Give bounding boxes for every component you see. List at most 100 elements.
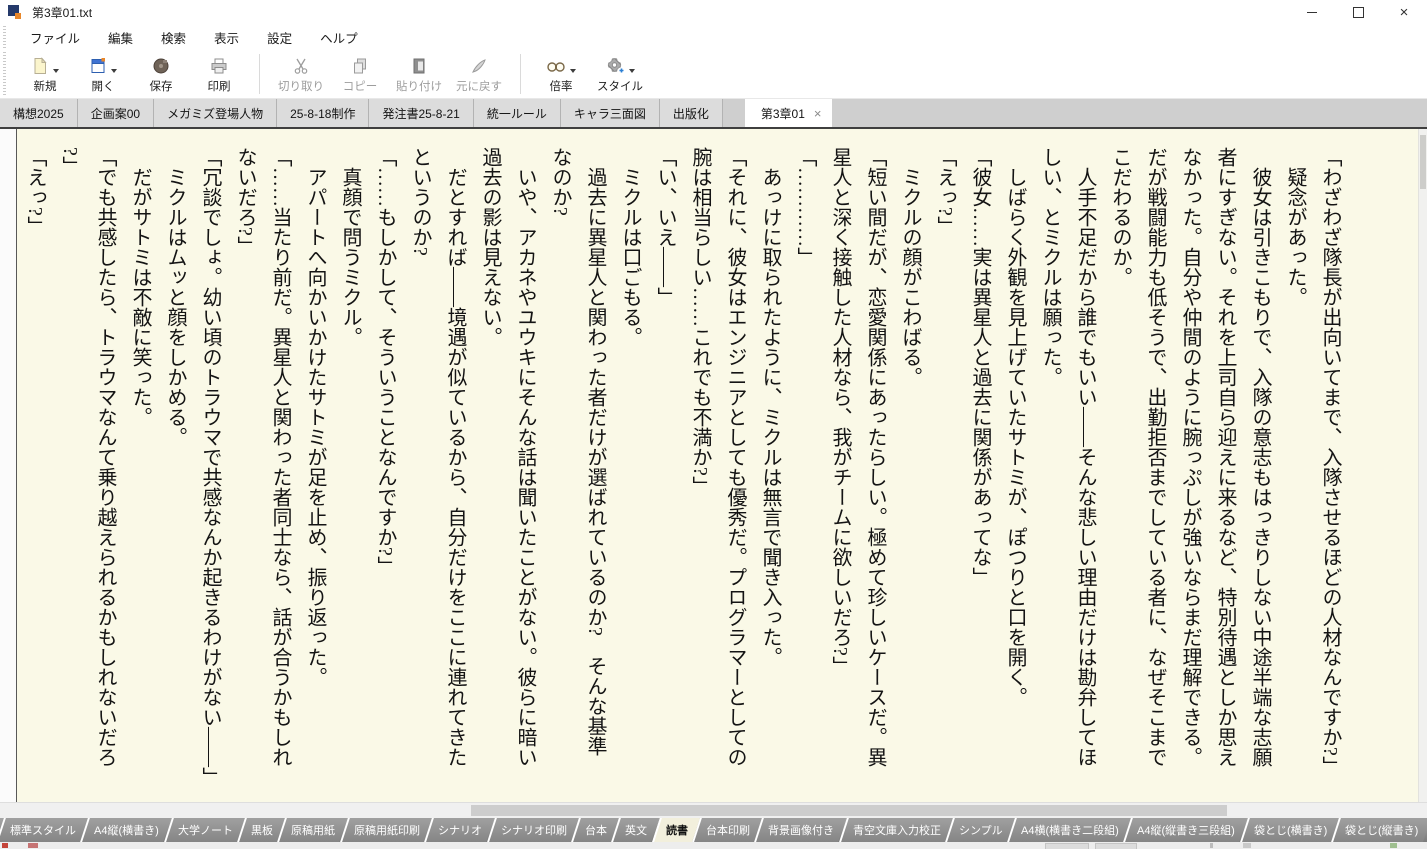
style-tab[interactable]: シンプル	[945, 818, 1016, 842]
document-tab[interactable]: メガミズ登場人物	[154, 99, 278, 127]
style-tab[interactable]: A4縦(縦書き三段組)	[1123, 818, 1248, 842]
cut-icon	[292, 57, 310, 75]
toolbar-button-label: 倍率	[549, 81, 573, 93]
text-column: ?」	[59, 147, 81, 176]
save-icon	[152, 57, 170, 75]
toolbar-separator	[520, 54, 521, 94]
style-tab[interactable]: 背景画像付き	[754, 818, 847, 842]
style-tab-label: 袋とじ(横書き)	[1253, 825, 1328, 837]
style-tab-label: 背景画像付き	[768, 825, 835, 837]
toolbar-button-new-document[interactable]: 新規	[23, 54, 67, 94]
minimize-button[interactable]	[1289, 0, 1335, 24]
menu-item[interactable]: 設定	[253, 28, 306, 47]
style-tab[interactable]: A4縦(横書き)	[80, 818, 172, 842]
toolbar-button-style-gear[interactable]: スタイル	[597, 54, 643, 94]
toolbar-button-label: スタイル	[597, 81, 643, 93]
text-canvas[interactable]: 「わざわざ隊長が出向いてまで、入隊させるほどの人材なんですか?」 疑念があった。…	[17, 129, 1419, 802]
document-tab-bar: 構想2025 企画案00 メガミズ登場人物 25-8-18制作 発注書25-8-21 統一…	[0, 99, 1427, 129]
maximize-button[interactable]	[1335, 0, 1381, 24]
style-tab[interactable]: 袋とじ(縦書き)	[1331, 818, 1427, 842]
document-tab-active[interactable]: 第3章01 ×	[744, 99, 832, 127]
document-tab[interactable]: 発注書25-8-21	[369, 99, 474, 127]
close-button[interactable]: ×	[1381, 0, 1427, 24]
text-column: 「い、いえ――」	[654, 147, 676, 307]
style-tab[interactable]: 原稿用紙	[277, 818, 348, 842]
close-tab-icon[interactable]: ×	[814, 107, 822, 120]
style-tab[interactable]: 標準スタイル	[0, 818, 89, 842]
taskbar-icon-fragment	[28, 843, 38, 848]
document-tab-label: キャラ三面図	[573, 106, 646, 121]
menu-item[interactable]: 編集	[94, 28, 147, 47]
document-tab-label: 発注書25-8-21	[382, 106, 460, 121]
document-tab[interactable]: 統一ルール	[473, 99, 561, 127]
text-column: 「……当たり前だ。異星人と関わった者同士なら、話が合うかもしれ	[269, 147, 291, 767]
editor-area: 「わざわざ隊長が出向いてまで、入隊させるほどの人材なんですか?」 疑念があった。…	[0, 129, 1427, 802]
minimize-icon	[1307, 11, 1317, 13]
menu-item[interactable]: ファイル	[16, 28, 94, 47]
document-tab[interactable]: 構想2025	[0, 99, 78, 127]
open-file-icon-row	[89, 54, 117, 75]
style-tab[interactable]: 袋とじ(横書き)	[1239, 818, 1340, 842]
toolbar-button-cut[interactable]: 切り取り	[278, 54, 324, 94]
toolbar-button-label: 元に戻す	[456, 81, 502, 93]
style-tab[interactable]: シナリオ	[424, 818, 495, 842]
toolbar-button-print[interactable]: 印刷	[197, 54, 241, 94]
vertical-scrollbar[interactable]	[1418, 129, 1427, 802]
title-bar: 第3章01.txt ×	[0, 0, 1427, 24]
style-tab[interactable]: シナリオ印刷	[486, 818, 579, 842]
text-column: 「…………」	[794, 147, 816, 267]
style-tab-label: A4縦(横書き)	[94, 825, 160, 837]
document-tab[interactable]: 出版化	[659, 99, 723, 127]
toolbar-button-open-file[interactable]: 開く	[81, 54, 125, 94]
text-column: 「えっ?」	[934, 147, 956, 236]
text-column: 「冗談でしょ。幼い頃のトラウマで共感なんか起きるわけがない――」	[199, 147, 221, 787]
cut-icon-row	[292, 54, 310, 75]
new-document-icon	[31, 57, 49, 75]
style-tab[interactable]: 原稿用紙印刷	[339, 818, 433, 842]
toolbar-button-undo[interactable]: 元に戻す	[456, 54, 502, 94]
dropdown-arrow-icon[interactable]	[111, 69, 117, 73]
dropdown-arrow-icon[interactable]	[53, 69, 59, 73]
print-icon-row	[210, 54, 228, 75]
document-tab[interactable]: キャラ三面図	[560, 99, 660, 127]
menu-item[interactable]: ヘルプ	[306, 28, 372, 47]
text-column: ミクルはムッと顔をしかめる。	[164, 147, 186, 447]
menu-bar: ファイル 編集 検索 表示 設定 ヘルプ	[0, 24, 1427, 50]
app-icon-orange-square	[15, 12, 21, 19]
vertical-scrollbar-thumb[interactable]	[1420, 135, 1426, 189]
toolbar-button-copy[interactable]: コピー	[338, 54, 382, 94]
menu-item[interactable]: 表示	[200, 28, 253, 47]
text-column: 過去の影は見えない。	[479, 147, 501, 347]
paste-icon	[410, 57, 428, 75]
style-tab[interactable]: 大学ノート	[163, 818, 245, 842]
style-tab-label: 青空文庫入力校正	[853, 825, 942, 837]
document-tab[interactable]: 企画案00	[77, 99, 155, 127]
taskbar-icon-fragment	[1243, 843, 1251, 848]
menu-item[interactable]: 検索	[147, 28, 200, 47]
taskbar-icon-fragment	[1045, 843, 1089, 849]
text-column: というのか?	[409, 147, 431, 256]
vertical-text: 「わざわざ隊長が出向いてまで、入隊させるほどの人材なんですか?」 疑念があった。…	[17, 129, 1353, 802]
text-column: 星人と深く接触した人材なら、我がチームに欲しいだろ?」	[829, 147, 851, 676]
text-column: だがサトミは不敵に笑った。	[129, 147, 151, 427]
style-tab[interactable]: 青空文庫入力校正	[838, 818, 954, 842]
document-tab[interactable]: 25-8-18制作	[277, 99, 370, 127]
style-tab[interactable]: A4横(横書き二段組)	[1007, 818, 1132, 842]
text-column: 過去に異星人と関わった者だけが選ばれているのか? そんな基準	[584, 147, 606, 756]
toolbar-gripper	[3, 52, 6, 96]
text-column: 疑念があった。	[1284, 147, 1306, 307]
toolbar-button-paste[interactable]: 貼り付け	[396, 54, 442, 94]
text-column: だが戦闘能力も低そうで、出勤拒否までしている者に、なぜそこまで	[1144, 147, 1166, 767]
open-file-icon	[89, 57, 107, 75]
print-icon	[210, 57, 228, 75]
horizontal-scrollbar[interactable]	[0, 802, 1427, 818]
dropdown-arrow-icon[interactable]	[629, 69, 635, 73]
toolbar-button-save[interactable]: 保存	[139, 54, 183, 94]
dropdown-arrow-icon[interactable]	[570, 69, 576, 73]
style-tab-label: 台本印刷	[706, 825, 751, 837]
toolbar-button-magnify[interactable]: 倍率	[539, 54, 583, 94]
horizontal-scrollbar-thumb[interactable]	[470, 805, 1228, 816]
style-tab[interactable]: 台本印刷	[692, 818, 763, 842]
style-tab-label: シナリオ印刷	[500, 825, 567, 837]
editor-left-gutter	[0, 129, 17, 802]
